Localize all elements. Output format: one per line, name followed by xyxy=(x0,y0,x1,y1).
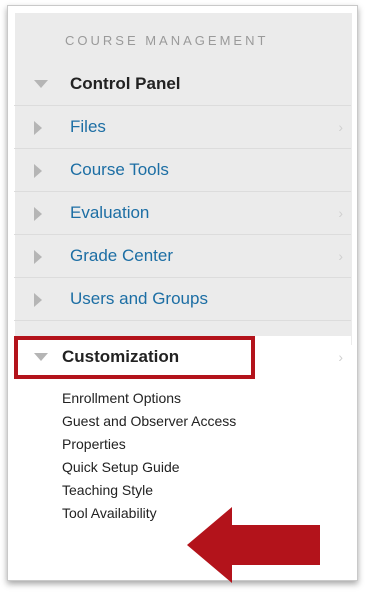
menu-item-evaluation[interactable]: Evaluation › xyxy=(14,192,351,235)
menu-item-label: Evaluation xyxy=(70,203,150,222)
menu-item-files[interactable]: Files › xyxy=(14,106,351,149)
link-teaching-style[interactable]: Teaching Style xyxy=(62,479,236,502)
menu-item-course-tools[interactable]: Course Tools xyxy=(14,149,351,192)
highlight-box xyxy=(14,336,255,379)
triangle-right-icon xyxy=(34,293,42,307)
menu-item-label: Grade Center xyxy=(70,246,173,265)
link-guest-and-observer-access[interactable]: Guest and Observer Access xyxy=(62,410,236,433)
link-enrollment-options[interactable]: Enrollment Options xyxy=(62,387,236,410)
triangle-down-icon xyxy=(34,80,48,88)
red-arrow-icon xyxy=(187,507,320,583)
section-title: COURSE MANAGEMENT xyxy=(65,33,269,48)
triangle-right-icon xyxy=(34,121,42,135)
link-properties[interactable]: Properties xyxy=(62,433,236,456)
link-quick-setup-guide[interactable]: Quick Setup Guide xyxy=(62,456,236,479)
chevron-right-icon: › xyxy=(338,205,343,221)
chevron-right-icon: › xyxy=(338,349,343,365)
menu-item-label: Control Panel xyxy=(70,74,181,93)
menu-item-label: Course Tools xyxy=(70,160,169,179)
triangle-right-icon xyxy=(34,250,42,264)
menu-item-control-panel[interactable]: Control Panel xyxy=(14,63,351,106)
menu-item-label: Files xyxy=(70,117,106,136)
triangle-right-icon xyxy=(34,164,42,178)
chevron-right-icon: › xyxy=(338,119,343,135)
triangle-right-icon xyxy=(34,207,42,221)
chevron-right-icon: › xyxy=(338,248,343,264)
page: COURSE MANAGEMENT Control Panel Files › … xyxy=(0,0,365,592)
menu-item-grade-center[interactable]: Grade Center › xyxy=(14,235,351,278)
menu-item-users-and-groups[interactable]: Users and Groups xyxy=(14,278,351,321)
menu-item-label: Users and Groups xyxy=(70,289,208,308)
